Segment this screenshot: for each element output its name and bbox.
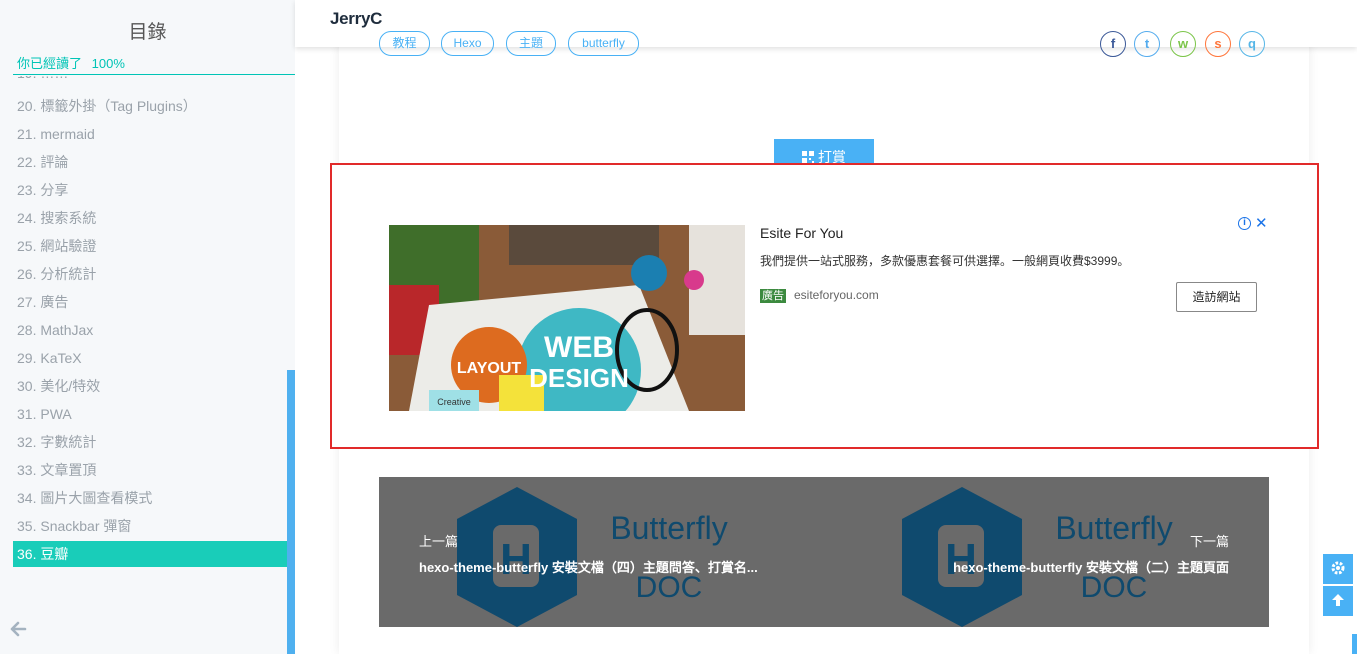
progress-label: 你已經讀了: [17, 56, 83, 71]
close-icon[interactable]: ✕: [1255, 214, 1268, 232]
ad-title[interactable]: Esite For You: [760, 225, 843, 241]
ad-image-word-note: Creative: [437, 397, 471, 407]
toc-item[interactable]: 30. 美化/特效: [13, 373, 287, 399]
prev-post-label[interactable]: 上一篇: [419, 531, 458, 550]
toc-item[interactable]: 31. PWA: [13, 401, 287, 427]
toc-item-active[interactable]: 36. 豆瓣: [13, 541, 287, 567]
qq-icon[interactable]: q: [1239, 31, 1265, 57]
toc-item[interactable]: 28. MathJax: [13, 317, 287, 343]
toc-item[interactable]: 22. 評論: [13, 149, 287, 175]
cover-brand-left: Butterfly: [610, 510, 727, 546]
toc-scrollbar[interactable]: [287, 370, 295, 654]
toc-sidebar: 目錄 你已經讀了 100% 19. …… 20. 標籤外掛（Tag Plugin…: [0, 0, 295, 654]
facebook-icon[interactable]: f: [1100, 31, 1126, 57]
toc-item[interactable]: 27. 廣告: [13, 289, 287, 315]
toc-item[interactable]: 20. 標籤外掛（Tag Plugins）: [13, 93, 287, 119]
prev-post-title[interactable]: hexo-theme-butterfly 安裝文檔（四）主題問答、打賞名...: [419, 557, 758, 576]
cover-brand-right: Butterfly: [1055, 510, 1172, 546]
toc-item[interactable]: 33. 文章置頂: [13, 457, 287, 483]
twitter-icon[interactable]: t: [1134, 31, 1160, 57]
toc-item[interactable]: 35. Snackbar 彈窗: [13, 513, 287, 539]
toc-item[interactable]: 34. 圖片大圖查看模式: [13, 485, 287, 511]
toc-item[interactable]: 24. 搜索系統: [13, 205, 287, 231]
ad-image-word-top: WEB: [544, 331, 614, 364]
ad-image[interactable]: WEB DESIGN LAYOUT Creative: [389, 225, 745, 411]
toc-item[interactable]: 29. KaTeX: [13, 345, 287, 371]
ad-description[interactable]: 我們提供一站式服務，多款優惠套餐可供選擇。一般網頁收費$3999。: [760, 252, 1129, 269]
post-tag[interactable]: Hexo: [441, 31, 494, 56]
next-post-label[interactable]: 下一篇: [1190, 531, 1229, 550]
post-pagination: H Butterfly DOC H Butterfly DOC 上一篇 hexo…: [379, 477, 1269, 627]
ad-domain[interactable]: esiteforyou.com: [794, 288, 879, 302]
post-tag[interactable]: butterfly: [568, 31, 639, 56]
wechat-icon[interactable]: w: [1170, 31, 1196, 57]
arrow-up-icon[interactable]: [1323, 586, 1353, 616]
page-scrollbar[interactable]: [1352, 634, 1357, 654]
toc-item[interactable]: 23. 分享: [13, 177, 287, 203]
arrow-left-icon[interactable]: [9, 620, 27, 638]
post-tag[interactable]: 主題: [506, 31, 556, 56]
toc-item[interactable]: 32. 字數統計: [13, 429, 287, 455]
settings-gear-icon[interactable]: [1323, 554, 1353, 584]
next-post-title[interactable]: hexo-theme-butterfly 安裝文檔（二）主題頁面: [953, 557, 1229, 576]
progress-underline: [13, 74, 295, 75]
post-tag[interactable]: 教程: [379, 31, 430, 56]
ad-badge: 廣告: [760, 289, 786, 303]
toc-item[interactable]: 26. 分析統計: [13, 261, 287, 287]
weibo-icon[interactable]: s: [1205, 31, 1231, 57]
info-icon[interactable]: i: [1238, 217, 1251, 230]
visit-site-button[interactable]: 造訪網站: [1176, 282, 1257, 312]
progress-value: 100%: [91, 56, 125, 71]
pagination-covers: H Butterfly DOC H Butterfly DOC: [457, 487, 1173, 627]
toc-list: 19. …… 20. 標籤外掛（Tag Plugins） 21. mermaid…: [13, 76, 287, 592]
site-name[interactable]: JerryC: [330, 9, 382, 29]
toc-title: 目錄: [128, 22, 167, 43]
ad-image-word-bottom: DESIGN: [529, 363, 629, 393]
ad-image-word-left: LAYOUT: [457, 360, 522, 377]
page: 目錄 你已經讀了 100% 19. …… 20. 標籤外掛（Tag Plugin…: [0, 0, 1357, 654]
toc-item[interactable]: 25. 網站驗證: [13, 233, 287, 259]
reading-progress: 你已經讀了 100%: [17, 53, 131, 72]
toc-item-partial[interactable]: 19. ……: [13, 76, 287, 86]
toc-item[interactable]: 21. mermaid: [13, 121, 287, 147]
